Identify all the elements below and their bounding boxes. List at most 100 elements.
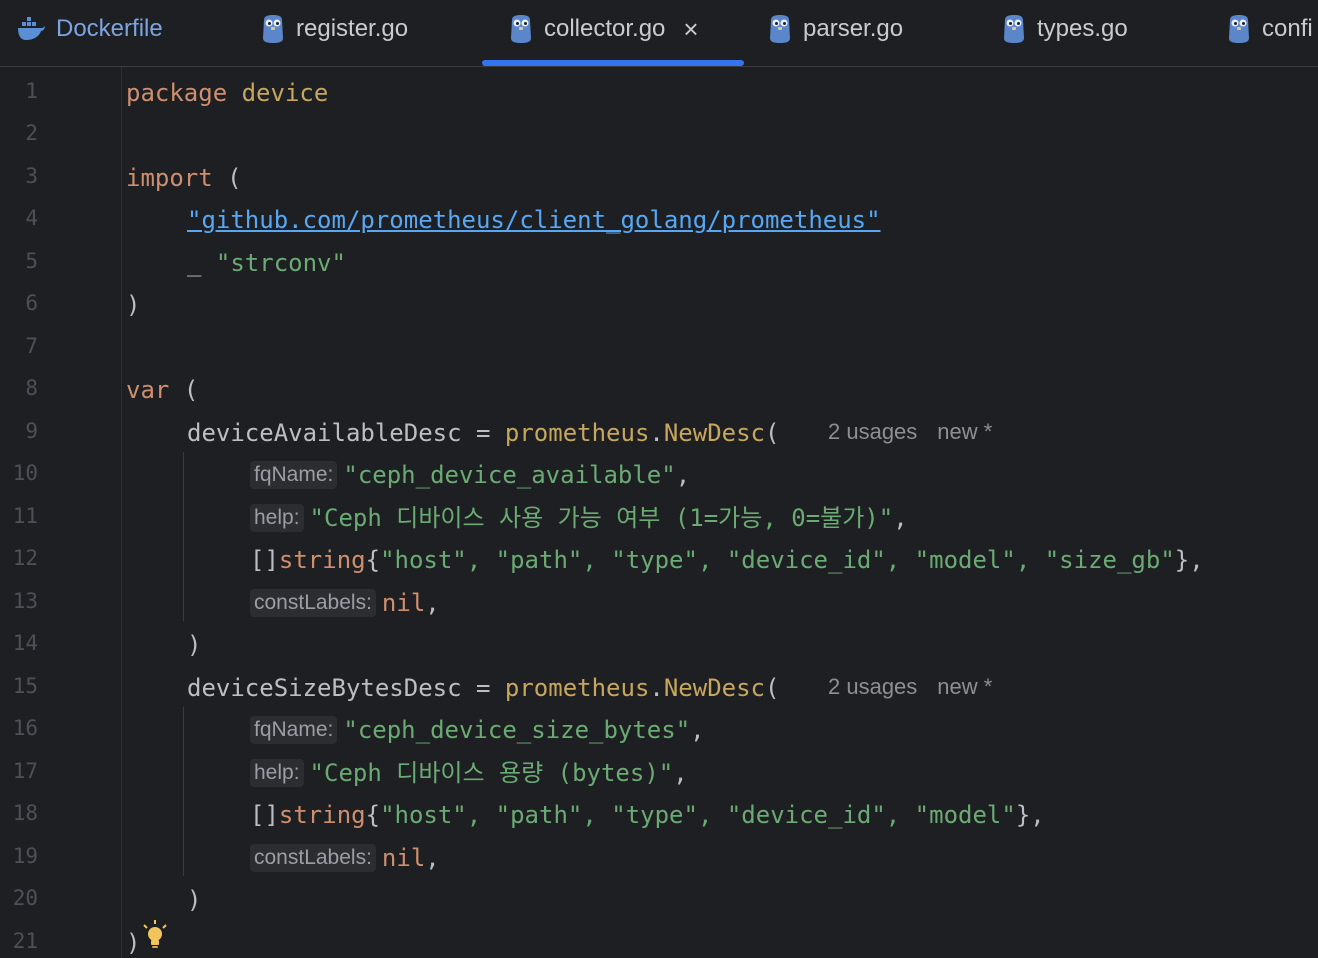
line-number: 1 (25, 79, 38, 103)
line-number: 9 (25, 419, 38, 443)
code-text: import ( (126, 155, 242, 197)
string-literal: "Ceph 디바이스 용량 (bytes)" (309, 759, 674, 787)
tab-dockerfile[interactable]: Dockerfile (16, 0, 163, 58)
parameter-hint: fqName: (250, 461, 338, 489)
code-line: 11 help: "Ceph 디바이스 사용 가능 여부 (1=가능, 0=불가)… (0, 495, 1318, 537)
keyword: package (126, 79, 228, 107)
close-icon[interactable]: × (683, 16, 698, 42)
string-literal: "ceph_device_size_bytes" (343, 716, 691, 744)
comma: , (425, 844, 440, 872)
package-ref: prometheus (504, 674, 650, 702)
nil-keyword: nil (381, 844, 426, 872)
code-line: 4 "github.com/prometheus/client_golang/p… (0, 197, 1318, 239)
variable-name: deviceAvailableDesc (187, 419, 462, 447)
tab-label: types.go (1037, 15, 1128, 42)
function-name: NewDesc (663, 419, 766, 447)
code-vision-hints: 2 usages new * (828, 665, 992, 709)
line-number: 20 (12, 886, 38, 910)
line-number: 8 (25, 376, 38, 400)
tab-types-go[interactable]: types.go (1001, 0, 1128, 58)
variable-name: deviceSizeBytesDesc (187, 674, 462, 702)
code-line: 8 var ( (0, 367, 1318, 409)
code-text: help: "Ceph 디바이스 용량 (bytes)", (250, 750, 688, 792)
docker-icon (18, 17, 45, 40)
code-text: fqName: "ceph_device_available", (250, 452, 690, 494)
code-line: 19 constLabels: nil, (0, 835, 1318, 877)
paren: ) (187, 886, 202, 914)
type-keyword: string (278, 801, 366, 829)
editor-tab-bar: Dockerfile register.go collector.go × pa… (0, 0, 1318, 67)
code-text: ) (126, 282, 140, 324)
code-line: 9 deviceAvailableDesc = prometheus.NewDe… (0, 410, 1318, 452)
line-number: 3 (25, 164, 38, 188)
assign-operator: = (461, 419, 505, 447)
code-text: deviceSizeBytesDesc = prometheus.NewDesc… (187, 665, 779, 707)
paren: ( (765, 419, 780, 447)
code-line: 14 ) (0, 622, 1318, 664)
line-number: 17 (12, 759, 38, 783)
code-text: ) (187, 622, 201, 664)
paren: ( (765, 674, 780, 702)
package-name: device (241, 79, 329, 107)
usages-hint[interactable]: 2 usages (828, 419, 917, 444)
line-number: 15 (12, 674, 38, 698)
code-text: []string{"host", "path", "type", "device… (250, 537, 1204, 579)
code-line: 2 (0, 112, 1318, 154)
tab-config-go[interactable]: confi (1226, 0, 1313, 58)
code-text: constLabels: nil, (250, 580, 440, 622)
keyword: var (126, 376, 170, 404)
code-line: 3 import ( (0, 155, 1318, 197)
comma: , (893, 504, 908, 532)
line-number: 11 (12, 504, 38, 528)
code-text: deviceAvailableDesc = prometheus.NewDesc… (187, 410, 779, 452)
comma: , (675, 461, 691, 489)
author-hint[interactable]: new * (937, 419, 992, 444)
dot: . (649, 419, 664, 447)
parameter-hint: help: (250, 759, 304, 787)
line-number: 6 (25, 291, 38, 315)
line-number: 19 (12, 844, 38, 868)
tab-collector-go[interactable]: collector.go × (508, 0, 699, 58)
author-hint[interactable]: new * (937, 674, 992, 699)
brace: }, (1174, 546, 1204, 574)
code-editor[interactable]: 1 package device 2 3 import ( 4 "github.… (0, 67, 1318, 958)
code-line: 5 _ "strconv" (0, 240, 1318, 282)
gopher-icon (511, 15, 531, 43)
parameter-hint: fqName: (250, 716, 338, 744)
code-line: 18 []string{"host", "path", "type", "dev… (0, 792, 1318, 834)
code-line: 12 []string{"host", "path", "type", "dev… (0, 537, 1318, 579)
paren: ) (187, 631, 202, 659)
type-keyword: string (278, 546, 366, 574)
code-line: 17 help: "Ceph 디바이스 용량 (bytes)", (0, 750, 1318, 792)
gopher-icon (1004, 15, 1024, 43)
tab-label: register.go (296, 15, 409, 42)
slice-brackets: [] (250, 546, 279, 574)
gopher-icon (263, 15, 283, 43)
code-line: 13 constLabels: nil, (0, 580, 1318, 622)
gopher-icon (770, 15, 790, 43)
line-number: 4 (25, 206, 38, 230)
brace: { (365, 801, 381, 829)
usages-hint[interactable]: 2 usages (828, 674, 917, 699)
line-number: 10 (12, 461, 38, 485)
comma: , (425, 589, 440, 617)
tab-label: collector.go (544, 15, 666, 42)
code-line: 16 fqName: "ceph_device_size_bytes", (0, 707, 1318, 749)
paren: ) (126, 291, 141, 319)
keyword: import (126, 164, 213, 192)
nil-keyword: nil (381, 589, 426, 617)
tab-label: parser.go (803, 15, 904, 42)
line-number: 7 (25, 334, 38, 358)
import-path-link[interactable]: "github.com/prometheus/client_golang/pro… (187, 206, 881, 234)
line-number: 12 (12, 546, 38, 570)
comma: , (690, 716, 705, 744)
parameter-hint: constLabels: (250, 589, 376, 617)
code-line: 1 package device (0, 70, 1318, 112)
code-text: fqName: "ceph_device_size_bytes", (250, 707, 705, 749)
code-line: 20 ) (0, 877, 1318, 919)
tab-register-go[interactable]: register.go (260, 0, 408, 58)
lightbulb-icon[interactable] (138, 918, 172, 952)
string-literal: "strconv" (215, 249, 346, 277)
tab-parser-go[interactable]: parser.go (767, 0, 903, 58)
dot: . (649, 674, 664, 702)
